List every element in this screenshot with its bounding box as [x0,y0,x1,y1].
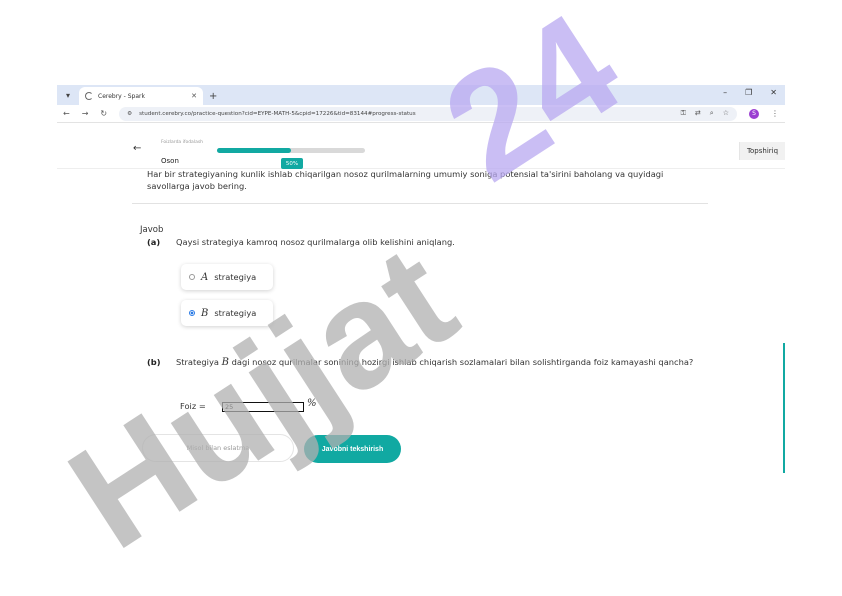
question-intro: Har bir strategiyaning kunlik ishlab chi… [147,169,664,191]
browser-tab[interactable]: Cerebry - Spark ✕ [79,87,203,105]
option-b-radio[interactable] [189,310,195,316]
browser-menu-icon[interactable]: ⋮ [771,109,779,118]
forward-nav-icon[interactable]: → [82,109,89,118]
translate-icon[interactable]: ⇄ [695,109,701,118]
foiz-input[interactable] [222,402,304,412]
part-b-text-after: dagi nosoz qurilmalar sonining hozirgi i… [231,357,694,367]
back-nav-icon[interactable]: ← [63,109,70,118]
password-key-icon[interactable]: ⚿ [681,109,686,118]
part-b-math: B [221,357,229,368]
progress-bar [217,148,365,153]
reload-icon[interactable]: ↻ [100,109,107,118]
option-b-label: strategiya [214,308,257,318]
tab-title: Cerebry - Spark [98,92,145,100]
part-b-text-before: Strategiya [176,357,219,367]
url-text: student.cerebry.co/practice-question?cid… [139,110,416,117]
answer-heading: Javob [140,225,164,235]
option-b-math: B [201,307,209,319]
close-tab-icon[interactable]: ✕ [191,92,197,100]
option-a[interactable]: A strategiya [181,264,273,290]
hint-button[interactable]: Misol bilan eslatma [142,434,294,462]
part-a-marker: (a) [147,237,161,247]
app-header: ← Foizlarda ifodalash Oson 50% Topshiriq [57,131,785,169]
topshiriq-button[interactable]: Topshiriq [739,142,785,160]
profile-avatar[interactable]: S [749,108,759,119]
browser-window: ▾ Cerebry - Spark ✕ + – ❐ ✕ ← → ↻ ⚙ stud… [57,85,785,475]
option-a-math: A [201,271,209,283]
check-answer-button[interactable]: Javobni tekshirish [304,435,401,463]
option-a-label: strategiya [214,272,257,282]
option-b[interactable]: B strategiya [181,300,273,326]
percent-symbol: % [307,398,317,409]
divider [132,203,708,204]
back-arrow-icon[interactable]: ← [133,143,141,154]
difficulty-level: Oson [161,157,179,165]
minimize-button[interactable]: – [723,88,727,97]
new-tab-button[interactable]: + [209,91,217,102]
part-b-text: Strategiya B dagi nosoz qurilmalar sonin… [176,356,716,369]
tab-search-icon[interactable]: ▾ [61,88,75,102]
window-controls: – ❐ ✕ [723,88,777,97]
scrollbar-thumb[interactable] [783,343,785,473]
cerebry-favicon-icon [85,92,93,100]
lesson-title: Foizlarda ifodalash [161,140,204,145]
foiz-label: Foiz = [180,401,206,411]
bookmark-star-icon[interactable]: ☆ [723,109,729,118]
zoom-icon[interactable]: ⌕ [710,109,714,118]
option-a-radio[interactable] [189,274,195,280]
tab-strip: ▾ Cerebry - Spark ✕ + – ❐ ✕ [57,85,785,105]
close-window-button[interactable]: ✕ [770,88,777,97]
browser-toolbar: ← → ↻ ⚙ student.cerebry.co/practice-ques… [57,105,785,123]
part-a-text: Qaysi strategiya kamroq nosoz qurilmalar… [176,237,455,247]
omnibox-actions: ⚿ ⇄ ⌕ ☆ [681,109,729,118]
site-settings-icon[interactable]: ⚙ [127,111,132,117]
progress-bar-fill [217,148,291,153]
address-bar[interactable]: ⚙ student.cerebry.co/practice-question?c… [119,106,737,121]
restore-button[interactable]: ❐ [745,88,752,97]
part-b-marker: (b) [147,357,161,367]
